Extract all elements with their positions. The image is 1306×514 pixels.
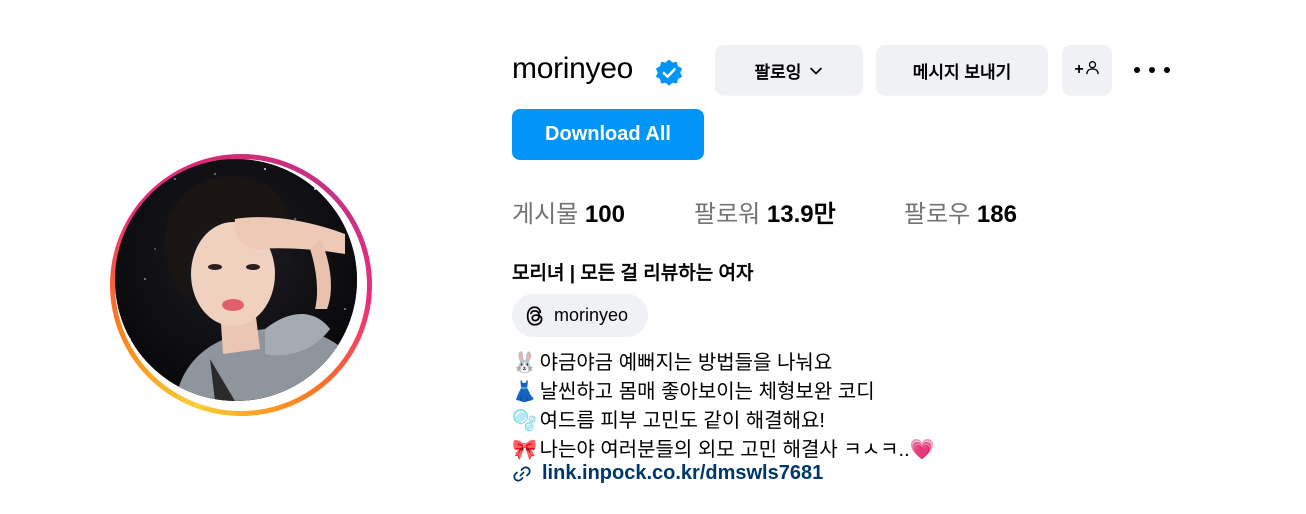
bio-text: 야금야금 예뻐지는 방법들을 나눠요	[539, 352, 833, 374]
add-user-button[interactable]: +	[1062, 45, 1112, 95]
more-horizontal-icon[interactable]	[1134, 60, 1170, 80]
bio-text: 날씬하고 몸매 좋아보이는 체형보완 코디	[539, 381, 875, 403]
avatar-photo	[115, 159, 357, 401]
stat-followers[interactable]: 팔로워 13.9만	[694, 194, 836, 229]
profile-header: morinyeo 팔로잉 메시지 보내기 + Download All 게시물 …	[0, 0, 1306, 514]
bio-line: 🐰 야금야금 예뻐지는 방법들을 나눠요	[512, 346, 832, 375]
stat-following[interactable]: 팔로우 186	[904, 194, 1017, 229]
person-icon	[1085, 60, 1100, 80]
bio-link[interactable]: link.inpock.co.kr/dmswls7681	[512, 462, 823, 485]
avatar[interactable]	[115, 159, 357, 401]
following-stat-label: 팔로우	[904, 201, 971, 228]
download-all-button[interactable]: Download All	[512, 109, 704, 160]
following-button[interactable]: 팔로잉	[715, 45, 863, 95]
username: morinyeo	[512, 52, 633, 85]
posts-label: 게시물	[512, 201, 579, 228]
bio-line: 👗 날씬하고 몸매 좋아보이는 체형보완 코디	[512, 375, 875, 404]
bio-link-text[interactable]: link.inpock.co.kr/dmswls7681	[542, 462, 823, 485]
bio-text: 나는야 여러분들의 외모 고민 해결사 ㅋㅅㅋ..💗	[539, 439, 935, 461]
threads-handle: morinyeo	[554, 305, 629, 325]
following-label: 팔로잉	[754, 62, 802, 82]
rabbit-emoji-icon: 🐰	[512, 352, 537, 374]
bubbles-emoji-icon: 🫧	[512, 410, 537, 432]
bio-line: 🫧 여드름 피부 고민도 같이 해결해요!	[512, 404, 825, 433]
message-button[interactable]: 메시지 보내기	[876, 45, 1048, 95]
verified-badge-icon	[654, 58, 684, 88]
posts-count: 100	[584, 201, 625, 228]
followers-count: 13.9만	[766, 201, 836, 228]
following-count: 186	[976, 201, 1017, 228]
chevron-down-icon	[809, 63, 823, 77]
followers-label: 팔로워	[694, 201, 761, 228]
bio-line: 🎀 나는야 여러분들의 외모 고민 해결사 ㅋㅅㅋ..💗	[512, 433, 935, 462]
dress-emoji-icon: 👗	[512, 381, 537, 403]
link-icon	[512, 464, 532, 484]
story-ring[interactable]	[110, 154, 372, 416]
threads-badge[interactable]: morinyeo	[512, 294, 648, 337]
plus-label: +	[1074, 61, 1084, 78]
display-name: 모리녀 | 모든 걸 리뷰하는 여자	[512, 263, 754, 284]
ribbon-emoji-icon: 🎀	[512, 439, 537, 461]
stat-posts: 게시물 100	[512, 194, 625, 229]
bio-text: 여드름 피부 고민도 같이 해결해요!	[539, 410, 825, 432]
threads-icon	[524, 305, 546, 327]
